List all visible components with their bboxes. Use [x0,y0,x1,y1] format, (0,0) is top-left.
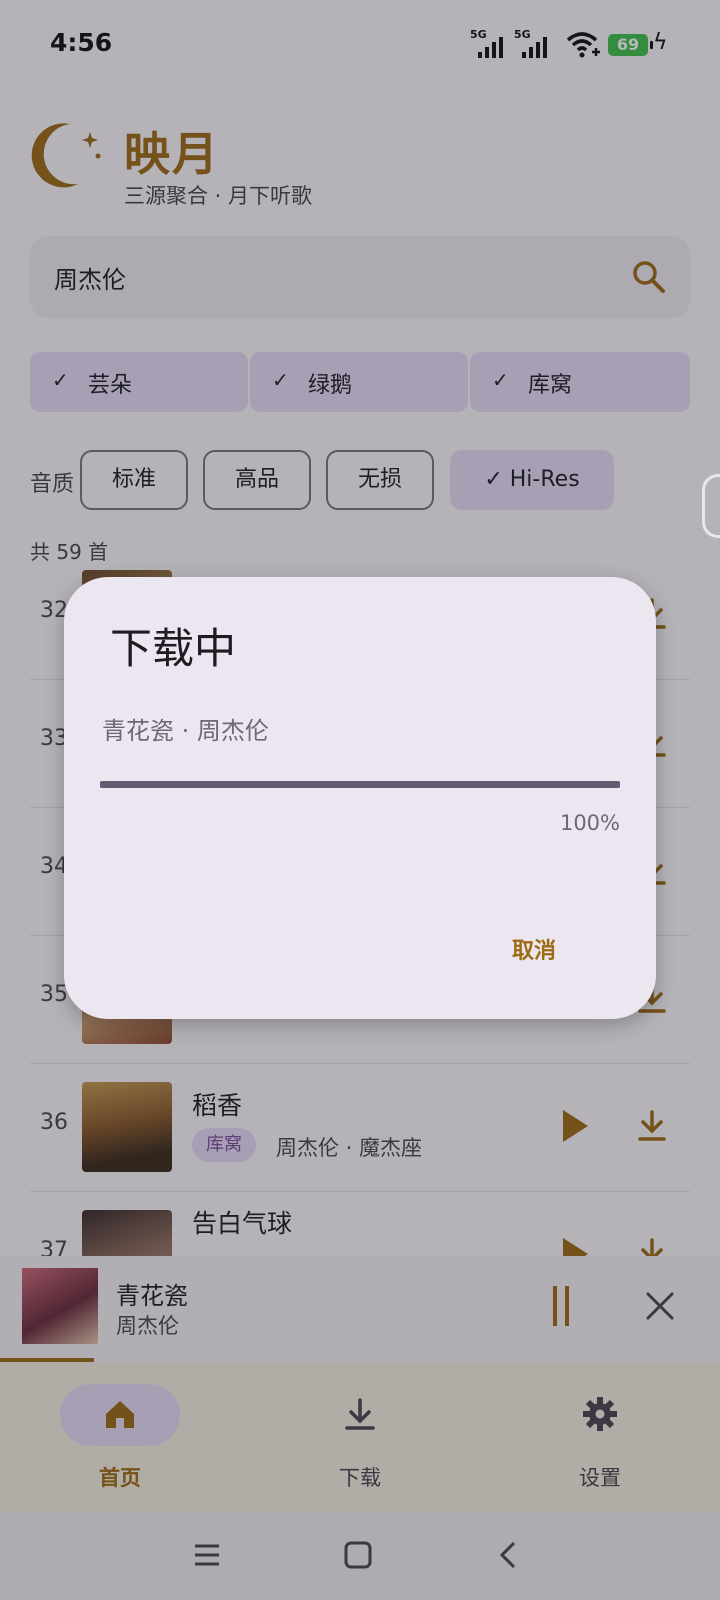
download-progress-fill [100,781,620,788]
dialog-song: 青花瓷 · 周杰伦 [102,717,269,745]
download-progress-bar [100,781,620,788]
edge-handle[interactable] [702,474,720,538]
app-screen: 4:56 5G 5G 69 ϟ 映月 三源聚合 · 月下听歌 周杰伦 ✓ 芸朵 … [0,0,720,1600]
download-dialog: 下载中 青花瓷 · 周杰伦 100% 取消 [64,577,656,1019]
download-percent: 100% [559,811,620,835]
cancel-button[interactable]: 取消 [512,933,556,965]
dialog-title: 下载中 [110,624,237,673]
